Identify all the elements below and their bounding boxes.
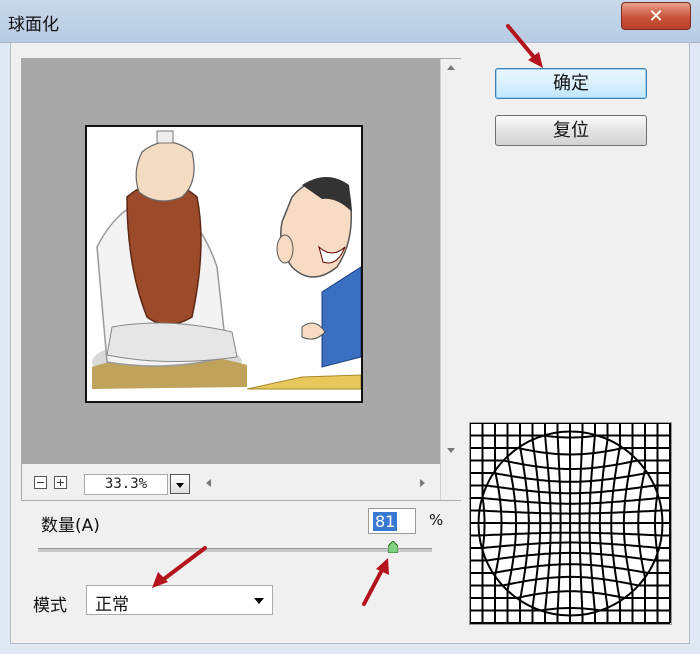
zoom-toolbar: − + 33.3% xyxy=(22,464,440,500)
preview-pane[interactable]: − + 33.3% xyxy=(21,58,462,501)
mode-label: 模式 xyxy=(33,596,67,616)
zoom-out-button[interactable]: − xyxy=(34,476,47,489)
dialog-body: − + 33.3% 确定 复位 数量(A) 81 % 模式 正常 xyxy=(10,42,690,644)
ok-button[interactable]: 确定 xyxy=(495,68,647,99)
zoom-dropdown-button[interactable] xyxy=(170,474,190,494)
reset-button[interactable]: 复位 xyxy=(495,115,647,146)
close-button[interactable]: ✕ xyxy=(621,2,691,30)
scroll-up-icon[interactable] xyxy=(447,65,455,70)
scroll-left-icon[interactable] xyxy=(206,479,211,487)
mode-select[interactable]: 正常 xyxy=(86,585,273,615)
amount-slider[interactable] xyxy=(38,548,432,552)
scroll-right-icon[interactable] xyxy=(420,479,425,487)
amount-slider-thumb[interactable] xyxy=(387,541,398,553)
window-title: 球面化 xyxy=(8,15,59,35)
amount-value: 81 xyxy=(373,512,398,531)
amount-unit: % xyxy=(429,511,444,529)
zoom-level-field[interactable]: 33.3% xyxy=(84,474,168,495)
scroll-down-icon[interactable] xyxy=(447,448,455,453)
chevron-down-icon xyxy=(254,598,264,604)
amount-label: 数量(A) xyxy=(41,516,100,536)
title-bar: 球面化 ✕ xyxy=(0,0,700,43)
spherize-grid-preview xyxy=(469,422,672,625)
zoom-in-button[interactable]: + xyxy=(54,476,67,489)
preview-image xyxy=(85,125,363,403)
mode-selected-value: 正常 xyxy=(95,595,129,615)
amount-input[interactable]: 81 xyxy=(368,508,416,534)
preview-vertical-scrollbar[interactable] xyxy=(440,59,462,500)
close-icon: ✕ xyxy=(648,6,664,27)
